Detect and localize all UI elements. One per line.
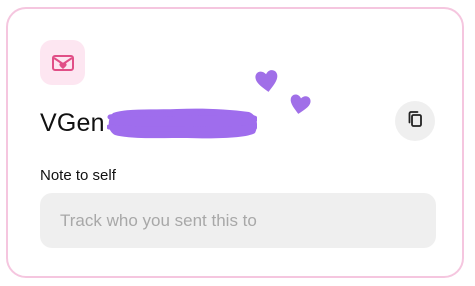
heart-icon bbox=[255, 70, 278, 92]
note-input[interactable] bbox=[40, 193, 436, 248]
heart-icon bbox=[290, 94, 311, 114]
copy-button[interactable] bbox=[395, 101, 435, 141]
mail-heart-icon bbox=[51, 53, 75, 73]
note-label: Note to self bbox=[40, 167, 116, 184]
invite-title: VGen bbox=[40, 105, 257, 141]
copy-icon bbox=[406, 110, 424, 133]
mail-icon-tile bbox=[40, 40, 85, 85]
hearts-decoration bbox=[253, 68, 323, 124]
invite-card: VGen Note to self bbox=[6, 7, 464, 278]
title-text: VGen bbox=[40, 109, 105, 137]
redaction-scribble bbox=[106, 105, 257, 141]
